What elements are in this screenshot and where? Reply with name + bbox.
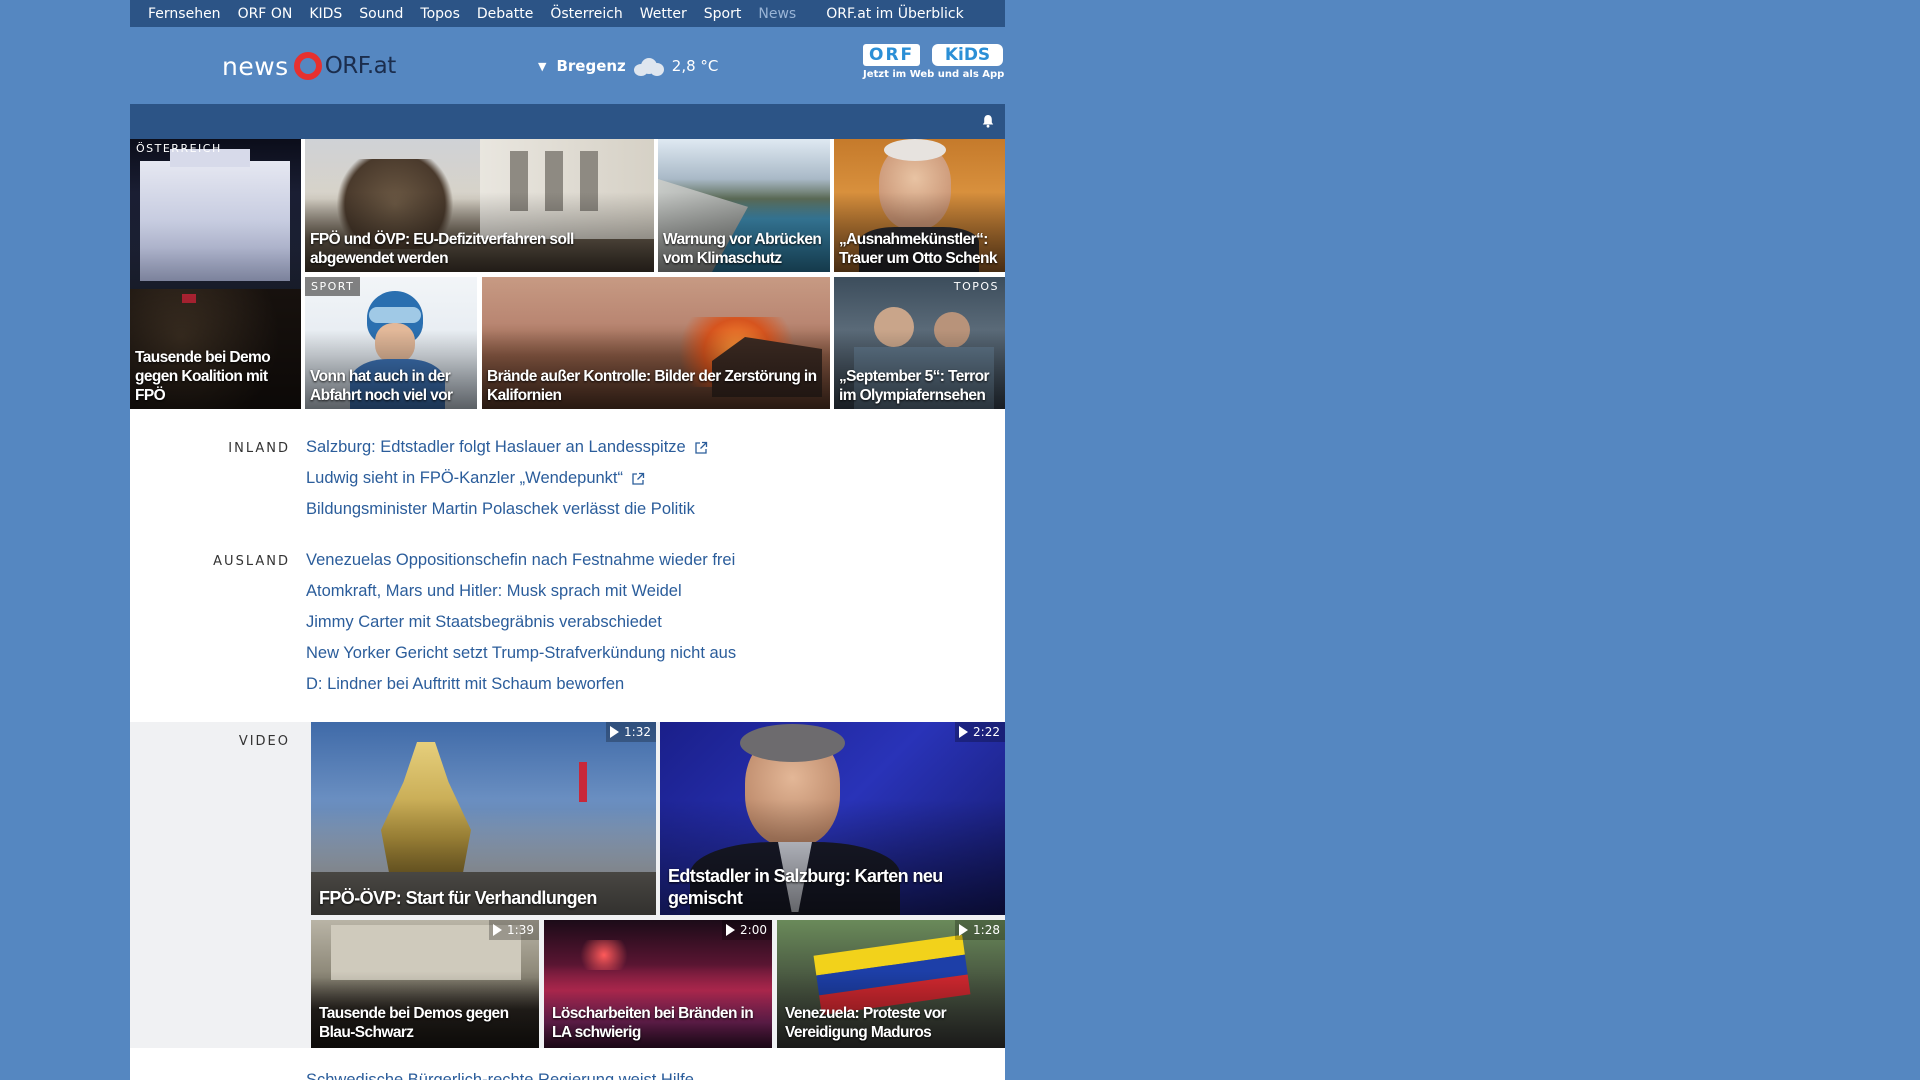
external-link-icon [632, 472, 645, 485]
nav-link-wetter[interactable]: Wetter [640, 6, 687, 22]
story-tile-klimaschutz[interactable]: Warnung vor Abrücken vom Klimaschutz [658, 139, 830, 272]
headline-link[interactable]: Salzburg: Edtstadler folgt Haslauer an L… [306, 438, 708, 457]
story-tile-september-5[interactable]: TOPOS „September 5“: Terror im Olympiafe… [834, 277, 1005, 409]
logo-news-text: news [222, 51, 289, 81]
nav-link-overview[interactable]: ORF.at im Überblick [826, 6, 963, 22]
play-icon [959, 726, 969, 738]
headline-link[interactable]: Atomkraft, Mars und Hitler: Musk sprach … [306, 582, 682, 601]
section-label-ausland: AUSLAND [213, 554, 290, 569]
section-label-inland: INLAND [228, 441, 290, 456]
tile-label-sport: SPORT [305, 277, 361, 296]
video-caption: Venezuela: Proteste vor Vereidigung Madu… [785, 1005, 947, 1041]
tile-caption: Brände außer Kontrolle: Bilder der Zerst… [487, 368, 817, 404]
video-duration: 1:39 [489, 920, 539, 940]
nav-link-oesterreich[interactable]: Österreich [550, 6, 622, 22]
tile-label-oesterreich: ÖSTERREICH [136, 142, 222, 155]
nav-link-fernsehen[interactable]: Fernsehen [148, 6, 221, 22]
caret-down-icon: ▼ [538, 59, 547, 73]
page-column: Fernsehen ORF ON KIDS Sound Topos Debatt… [130, 0, 1005, 1080]
nav-link-sport[interactable]: Sport [704, 6, 742, 22]
main-content: ÖSTERREICH Tausende bei Demo gegen Koali… [130, 139, 1005, 1080]
orf-badge: ORF [863, 44, 920, 66]
video-tile[interactable]: 2:00 Löscharbeiten bei Bränden in LA sch… [544, 920, 772, 1048]
tile-caption: FPÖ und ÖVP: EU-Defizitverfahren soll ab… [310, 231, 574, 267]
headline-link[interactable]: Venezuelas Oppositionschefin nach Festna… [306, 551, 735, 570]
headline-link[interactable]: D: Lindner bei Auftritt mit Schaum bewor… [306, 675, 624, 694]
nav-link-topos[interactable]: Topos [420, 6, 459, 22]
site-header: news ORF.at ▼ Bregenz 2,8 °C ORF KiDS Je… [130, 27, 1005, 104]
story-tile-otto-schenk[interactable]: „Ausnahmekünstler“: Trauer um Otto Schen… [834, 139, 1005, 272]
nav-link-news[interactable]: News [758, 6, 796, 22]
video-duration: 1:28 [955, 920, 1005, 940]
weather-city: Bregenz [556, 57, 626, 75]
play-icon [493, 924, 503, 936]
external-link-icon [695, 441, 707, 454]
tile-caption: Tausende bei Demo gegen Koalition mit FP… [135, 349, 271, 404]
video-duration: 2:00 [722, 920, 772, 940]
logo-orf-text: ORF.at [324, 53, 397, 79]
tile-caption: „Ausnahmekünstler“: Trauer um Otto Schen… [839, 231, 998, 267]
orf-kids-promo[interactable]: ORF KiDS Jetzt im Web und als App [863, 44, 1005, 90]
play-icon [959, 924, 969, 936]
tile-caption: Warnung vor Abrücken vom Klimaschutz [663, 231, 822, 267]
bell-icon[interactable] [981, 114, 995, 128]
site-logo[interactable]: news ORF.at [222, 49, 396, 83]
video-caption: FPÖ-ÖVP: Start für Verhandlungen [319, 888, 597, 908]
play-icon [610, 726, 620, 738]
headline-link[interactable]: Bildungsminister Martin Polaschek verläs… [306, 500, 695, 519]
orf-eye-icon [293, 52, 322, 80]
video-tile[interactable]: 1:28 Venezuela: Proteste vor Vereidigung… [777, 920, 1005, 1048]
nav-link-debatte[interactable]: Debatte [477, 6, 533, 22]
video-caption: Tausende bei Demos gegen Blau-Schwarz [319, 1005, 509, 1041]
weather-widget[interactable]: ▼ Bregenz 2,8 °C [538, 53, 718, 79]
tile-caption: „September 5“: Terror im Olympiafernsehe… [839, 368, 990, 404]
story-tile-demo[interactable]: ÖSTERREICH Tausende bei Demo gegen Koali… [130, 139, 301, 409]
section-label-video: VIDEO [238, 734, 290, 749]
story-tile-eu-defizit[interactable]: FPÖ und ÖVP: EU-Defizitverfahren soll ab… [305, 139, 654, 272]
headline-link[interactable]: Schwedische Bürgerlich-rechte Regierung … [306, 1071, 708, 1080]
tile-label-topos: TOPOS [953, 280, 999, 293]
nav-link-orf-on[interactable]: ORF ON [238, 6, 293, 22]
video-tile[interactable]: 1:39 Tausende bei Demos gegen Blau-Schwa… [311, 920, 539, 1048]
story-tile-vonn[interactable]: SPORT Vonn hat auch in der Abfahrt noch … [305, 277, 477, 409]
weather-temperature: 2,8 °C [671, 57, 719, 75]
kids-promo-tagline: Jetzt im Web und als App [863, 69, 1005, 80]
video-duration: 1:32 [606, 722, 656, 742]
cloud-icon [632, 56, 666, 76]
video-tile[interactable]: 2:22 Edtstadler in Salzburg: Karten neu … [660, 722, 1005, 915]
video-caption: Edtstadler in Salzburg: Karten neu gemis… [668, 866, 943, 908]
video-caption: Löscharbeiten bei Bränden in LA schwieri… [552, 1005, 754, 1041]
nav-link-sound[interactable]: Sound [359, 6, 403, 22]
section-bar [130, 104, 1005, 139]
nav-link-kids[interactable]: KIDS [309, 6, 342, 22]
video-duration: 2:22 [955, 722, 1005, 742]
video-section: VIDEO 1:32 FPÖ-ÖVP: Start für Verhandlun… [130, 722, 1005, 1048]
video-tile[interactable]: 1:32 FPÖ-ÖVP: Start für Verhandlungen [311, 722, 656, 915]
top-navigation: Fernsehen ORF ON KIDS Sound Topos Debatt… [130, 0, 1005, 27]
headline-link[interactable]: Jimmy Carter mit Staatsbegräbnis verabsc… [306, 613, 662, 632]
story-tile-braende[interactable]: Brände außer Kontrolle: Bilder der Zerst… [482, 277, 830, 409]
play-icon [726, 924, 736, 936]
kids-badge: KiDS [932, 44, 1003, 66]
headline-link[interactable]: Ludwig sieht in FPÖ-Kanzler „Wendepunkt“ [306, 469, 645, 488]
tile-caption: Vonn hat auch in der Abfahrt noch viel v… [310, 368, 453, 404]
headline-link[interactable]: New Yorker Gericht setzt Trump-Strafverk… [306, 644, 736, 663]
